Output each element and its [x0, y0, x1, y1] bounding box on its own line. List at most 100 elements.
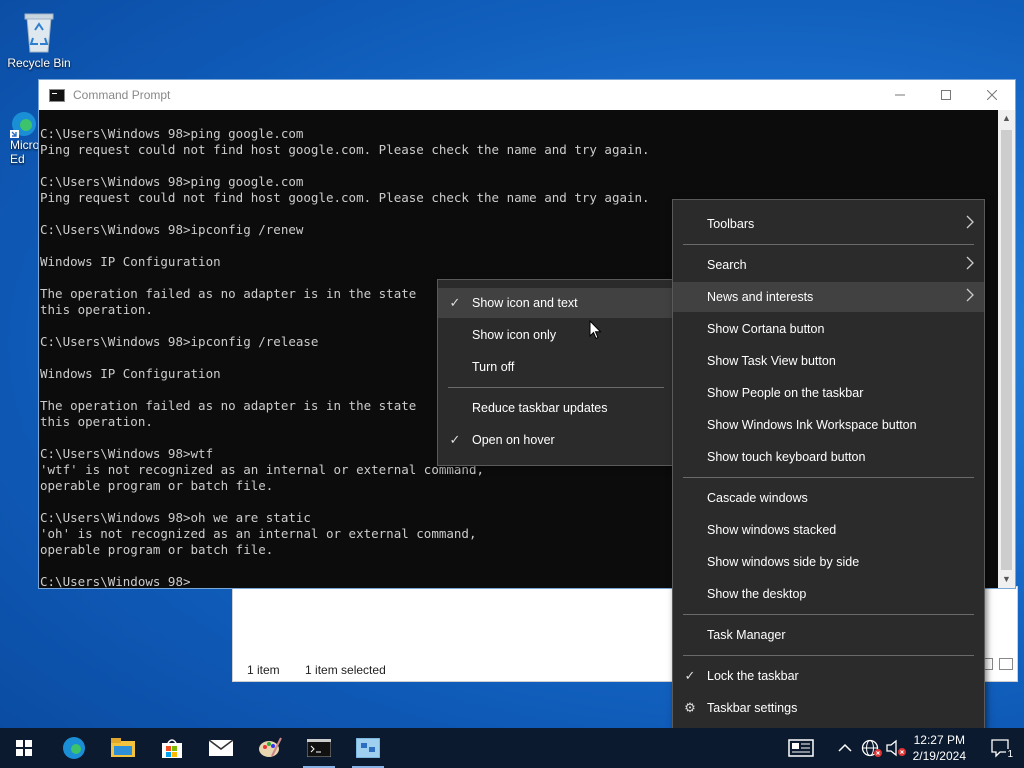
start-button[interactable]: [0, 728, 48, 768]
show-hidden-icons-button[interactable]: [838, 728, 852, 768]
edge-label-line2: Ed: [10, 152, 25, 166]
recycle-bin-label: Recycle Bin: [7, 56, 71, 70]
window-controls: [877, 80, 1015, 110]
volume-muted-icon: [886, 739, 906, 757]
cmd-app-icon[interactable]: [49, 88, 65, 102]
taskbar-menu-item-label: Show the desktop: [707, 587, 807, 601]
cmd-title-bar[interactable]: Command Prompt: [39, 80, 1015, 110]
console-line: Ping request could not find host google.…: [40, 142, 650, 157]
windows-logo-icon: [16, 740, 32, 756]
taskbar-store-button[interactable]: [148, 728, 196, 768]
taskbar-edge-button[interactable]: [50, 728, 98, 768]
menu-separator: [683, 477, 974, 478]
taskbar-menu-item-label: Search: [707, 258, 747, 272]
edge-shortcut[interactable]: Micro Ed: [10, 110, 40, 166]
taskbar-menu-item-label: Show windows stacked: [707, 523, 837, 537]
paint-palette-icon: [259, 737, 282, 757]
submenu-item-label: Show icon only: [472, 328, 557, 342]
chevron-right-icon: [966, 288, 974, 307]
action-center-button[interactable]: 1: [990, 738, 1014, 760]
close-button[interactable]: [969, 80, 1015, 110]
taskbar-menu-item-search[interactable]: Search: [673, 250, 984, 280]
taskbar-menu-item-show-the-desktop[interactable]: Show the desktop: [673, 579, 984, 609]
store-icon: [162, 739, 182, 758]
scrollbar-thumb[interactable]: [1001, 130, 1012, 570]
mail-icon: [209, 739, 233, 756]
taskbar-paint-button[interactable]: [246, 728, 294, 768]
menu-separator: [448, 387, 664, 388]
network-tray-button[interactable]: [861, 728, 883, 768]
taskbar-menu-item-show-touch-keyboard-button[interactable]: Show touch keyboard button: [673, 442, 984, 472]
scroll-down-arrow-icon[interactable]: ▼: [998, 571, 1015, 588]
taskbar-menu-item-show-windows-ink-workspace-button[interactable]: Show Windows Ink Workspace button: [673, 410, 984, 440]
taskbar-menu-item-label: Show Task View button: [707, 354, 836, 368]
taskbar-mail-button[interactable]: [197, 728, 245, 768]
clock-time: 12:27 PM: [913, 733, 965, 747]
submenu-item-label: Reduce taskbar updates: [472, 401, 608, 415]
console-scrollbar[interactable]: ▲ ▼: [998, 110, 1015, 588]
taskbar-menu-item-label: Show People on the taskbar: [707, 386, 864, 400]
taskbar-menu-item-taskbar-settings[interactable]: ⚙ Taskbar settings: [673, 693, 984, 723]
maximize-button[interactable]: [923, 80, 969, 110]
submenu-item-label: Turn off: [472, 360, 515, 374]
taskbar-menu-item-label: Show windows side by side: [707, 555, 860, 569]
submenu-item-open-on-hover[interactable]: ✓ Open on hover: [438, 425, 674, 455]
minimize-button[interactable]: [877, 80, 923, 110]
minimize-icon: [895, 94, 905, 96]
taskbar-menu-item-cascade-windows[interactable]: Cascade windows: [673, 483, 984, 513]
taskbar-menu-item-show-task-view-button[interactable]: Show Task View button: [673, 346, 984, 376]
taskbar-menu-item-label: Show touch keyboard button: [707, 450, 866, 464]
chevron-up-icon: [838, 743, 852, 752]
chevron-right-icon: [966, 256, 974, 275]
volume-tray-button[interactable]: [886, 728, 908, 768]
submenu-item-show-icon-and-text[interactable]: ✓ Show icon and text: [438, 288, 674, 318]
recycle-bin-shortcut[interactable]: Recycle Bin: [2, 8, 76, 70]
taskbar-menu-item-show-windows-stacked[interactable]: Show windows stacked: [673, 515, 984, 545]
edge-icon: [10, 110, 38, 138]
large-icons-view-icon[interactable]: [999, 658, 1013, 670]
menu-separator: [683, 244, 974, 245]
taskbar-menu-item-news-and-interests[interactable]: News and interests: [673, 282, 984, 312]
selected-count: 1 item selected: [305, 663, 386, 677]
taskbar-menu-item-label: News and interests: [707, 290, 814, 304]
taskbar-menu-item-show-people-on-the-taskbar[interactable]: Show People on the taskbar: [673, 378, 984, 408]
news-interests-submenu: ✓ Show icon and text Show icon only Turn of…: [437, 279, 675, 466]
checkmark-icon: ✓: [449, 295, 461, 310]
taskbar-network-window-button[interactable]: [344, 728, 392, 768]
taskbar-file-explorer-button[interactable]: [99, 728, 147, 768]
news-icon: [788, 739, 814, 757]
maximize-icon: [941, 90, 951, 100]
cmd-window-title: Command Prompt: [73, 88, 171, 102]
submenu-item-show-icon-only[interactable]: Show icon only: [438, 320, 674, 350]
submenu-item-label: Open on hover: [472, 433, 555, 447]
news-widget-button[interactable]: [788, 728, 814, 768]
menu-separator: [683, 614, 974, 615]
chevron-right-icon: [966, 215, 974, 234]
notification-count: 1: [1006, 749, 1014, 760]
network-globe-icon: [861, 739, 882, 757]
taskbar-menu-item-label: Task Manager: [707, 628, 786, 642]
edge-label-line1: Micro: [10, 138, 40, 152]
checkmark-icon: ✓: [684, 668, 696, 683]
taskbar-cmd-button[interactable]: [295, 728, 343, 768]
taskbar-menu-item-show-windows-side-by-side[interactable]: Show windows side by side: [673, 547, 984, 577]
checkmark-icon: ✓: [449, 432, 461, 447]
submenu-item-turn-off[interactable]: Turn off: [438, 352, 674, 382]
submenu-item-label: Show icon and text: [472, 296, 578, 310]
mouse-cursor-icon: [589, 319, 603, 340]
taskbar-menu-item-label: Show Windows Ink Workspace button: [707, 418, 917, 432]
taskbar-clock[interactable]: 12:27 PM 2/19/2024: [913, 732, 966, 764]
scroll-up-arrow-icon[interactable]: ▲: [998, 110, 1015, 127]
taskbar-menu-item-label: Show Cortana button: [707, 322, 825, 336]
taskbar-menu-item-label: Lock the taskbar: [707, 669, 799, 683]
submenu-item-reduce-taskbar-updates[interactable]: Reduce taskbar updates: [438, 393, 674, 423]
gear-icon: ⚙: [684, 700, 696, 715]
menu-separator: [683, 655, 974, 656]
taskbar-menu-item-task-manager[interactable]: Task Manager: [673, 620, 984, 650]
taskbar-context-menu: Toolbars Search News and interests Show Cor…: [672, 199, 985, 734]
taskbar-menu-item-toolbars[interactable]: Toolbars: [673, 209, 984, 239]
taskbar-menu-item-show-cortana-button[interactable]: Show Cortana button: [673, 314, 984, 344]
edge-icon: [63, 737, 85, 759]
taskbar-menu-item-lock-the-taskbar[interactable]: ✓ Lock the taskbar: [673, 661, 984, 691]
